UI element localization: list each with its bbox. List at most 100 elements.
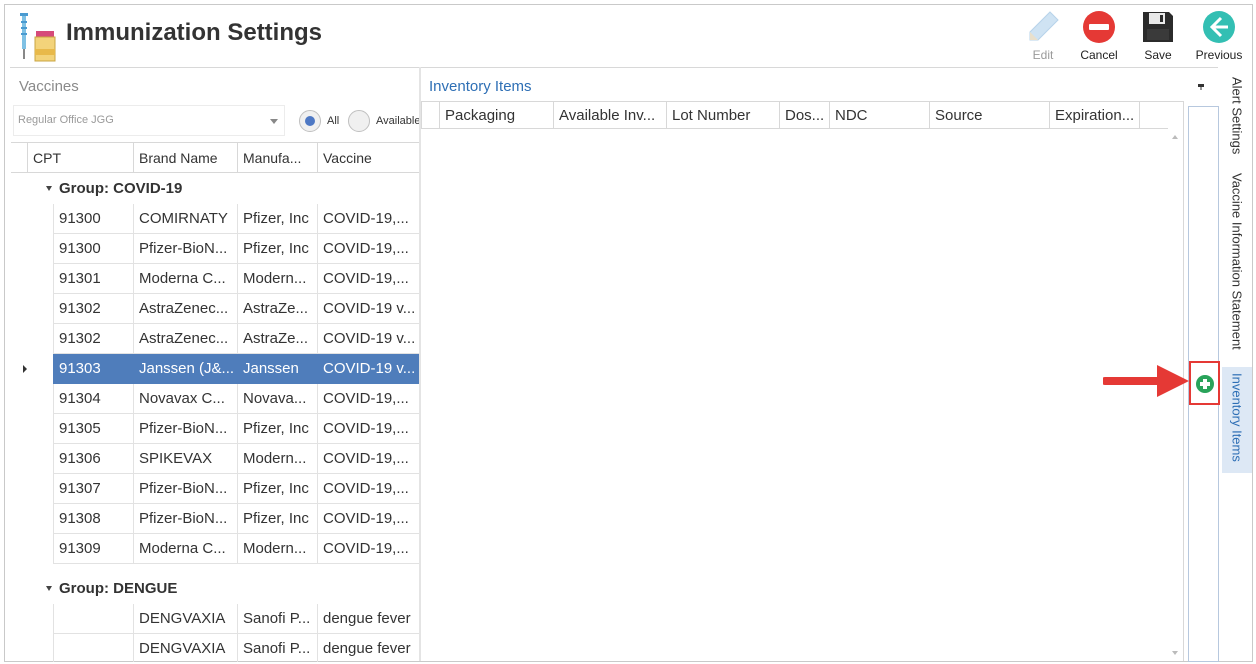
previous-button[interactable]: Previous bbox=[1191, 7, 1247, 65]
current-row-indicator-icon bbox=[23, 365, 27, 373]
table-row[interactable]: 91302 AstraZenec... AstraZe... COVID-19 … bbox=[11, 294, 420, 324]
group-row-dengue[interactable]: Group: DENGUE bbox=[11, 574, 420, 604]
scroll-up-icon[interactable] bbox=[1172, 135, 1178, 139]
collapse-triangle-icon bbox=[46, 586, 52, 591]
table-row[interactable]: 91301 Moderna C... Modern... COVID-19,..… bbox=[11, 264, 420, 294]
column-header-vaccine[interactable]: Vaccine bbox=[317, 143, 420, 173]
plus-circle-icon bbox=[1196, 375, 1214, 393]
cell-manufacturer: Modern... bbox=[237, 444, 317, 474]
cell-brand: COMIRNATY bbox=[133, 204, 237, 234]
cell-manufacturer: Janssen bbox=[237, 354, 317, 384]
tab-alert-settings[interactable]: Alert Settings bbox=[1222, 71, 1252, 163]
floppy-disk-icon bbox=[1143, 12, 1173, 42]
cell-manufacturer: Novava... bbox=[237, 384, 317, 414]
column-header-expiration[interactable]: Expiration... bbox=[1049, 102, 1139, 129]
cell-vaccine: COVID-19,... bbox=[317, 474, 420, 504]
table-row[interactable]: 91308 Pfizer-BioN... Pfizer, Inc COVID-1… bbox=[11, 504, 420, 534]
cell-brand: AstraZenec... bbox=[133, 294, 237, 324]
column-header-packaging[interactable]: Packaging bbox=[439, 102, 553, 129]
group-label: Group: DENGUE bbox=[59, 580, 178, 597]
table-row[interactable]: 91300 Pfizer-BioN... Pfizer, Inc COVID-1… bbox=[11, 234, 420, 264]
column-header-source[interactable]: Source bbox=[929, 102, 1049, 129]
cell-vaccine: dengue fever bbox=[317, 604, 420, 634]
add-inventory-button[interactable] bbox=[1189, 361, 1220, 405]
column-header-manufacturer[interactable]: Manufa... bbox=[237, 143, 317, 173]
cell-manufacturer: AstraZe... bbox=[237, 324, 317, 354]
cell-brand: Pfizer-BioN... bbox=[133, 234, 237, 264]
group-row-covid-19[interactable]: Group: COVID-19 bbox=[11, 174, 420, 204]
cell-vaccine: COVID-19,... bbox=[317, 504, 420, 534]
cancel-label: Cancel bbox=[1080, 48, 1118, 62]
table-row[interactable]: 91309 Moderna C... Modern... COVID-19,..… bbox=[11, 534, 420, 564]
chevron-down-icon bbox=[270, 119, 278, 124]
table-row[interactable]: 91307 Pfizer-BioN... Pfizer, Inc COVID-1… bbox=[11, 474, 420, 504]
pin-icon[interactable] bbox=[1197, 82, 1205, 90]
previous-label: Previous bbox=[1195, 48, 1243, 62]
table-row[interactable]: DENGVAXIA Sanofi P... dengue fever bbox=[11, 634, 420, 662]
table-row[interactable]: 91306 SPIKEVAX Modern... COVID-19,... bbox=[11, 444, 420, 474]
edit-button[interactable]: Edit bbox=[1015, 7, 1071, 65]
table-row[interactable]: 91304 Novavax C... Novava... COVID-19,..… bbox=[11, 384, 420, 414]
table-row[interactable]: 91305 Pfizer-BioN... Pfizer, Inc COVID-1… bbox=[11, 414, 420, 444]
cell-manufacturer: Pfizer, Inc bbox=[237, 474, 317, 504]
cell-cpt: 91300 bbox=[53, 234, 133, 264]
vaccines-grid-header: CPT Brand Name Manufa... Vaccine bbox=[11, 143, 420, 173]
table-row[interactable]: 91300 COMIRNATY Pfizer, Inc COVID-19,... bbox=[11, 204, 420, 234]
edit-label: Edit bbox=[1032, 48, 1054, 62]
cell-manufacturer: Modern... bbox=[237, 264, 317, 294]
cell-cpt: 91305 bbox=[53, 414, 133, 444]
column-header-lot-number[interactable]: Lot Number bbox=[666, 102, 779, 129]
tab-vaccine-information-statement[interactable]: Vaccine Information Statement bbox=[1222, 167, 1252, 365]
cell-vaccine: COVID-19 v... bbox=[317, 354, 420, 384]
office-select[interactable]: Regular Office JGG bbox=[13, 105, 285, 136]
cell-vaccine: COVID-19,... bbox=[317, 264, 420, 294]
cell-manufacturer: Modern... bbox=[237, 534, 317, 564]
column-header-dose[interactable]: Dos... bbox=[779, 102, 829, 129]
cell-cpt: 91303 bbox=[53, 354, 133, 384]
column-header-available-inventory[interactable]: Available Inv... bbox=[553, 102, 666, 129]
inventory-grid: Packaging Available Inv... Lot Number Do… bbox=[421, 101, 1184, 661]
filter-available-label: Available bbox=[376, 115, 420, 127]
column-header-brand-name[interactable]: Brand Name bbox=[133, 143, 237, 173]
table-row[interactable]: 91302 AstraZenec... AstraZe... COVID-19 … bbox=[11, 324, 420, 354]
cell-brand: Moderna C... bbox=[133, 534, 237, 564]
cell-vaccine: COVID-19,... bbox=[317, 414, 420, 444]
cell-manufacturer: Sanofi P... bbox=[237, 634, 317, 662]
cell-vaccine: COVID-19,... bbox=[317, 534, 420, 564]
filter-all-label: All bbox=[327, 115, 340, 127]
cell-brand: DENGVAXIA bbox=[133, 604, 237, 634]
cell-brand: AstraZenec... bbox=[133, 324, 237, 354]
cell-manufacturer: Pfizer, Inc bbox=[237, 414, 317, 444]
pencil-icon bbox=[1029, 11, 1059, 41]
side-tabs: Alert Settings Vaccine Information State… bbox=[1219, 67, 1254, 661]
cell-manufacturer: Sanofi P... bbox=[237, 604, 317, 634]
office-select-value: Regular Office JGG bbox=[18, 114, 114, 126]
cell-vaccine: dengue fever bbox=[317, 634, 420, 662]
scroll-down-icon[interactable] bbox=[1172, 651, 1178, 655]
column-header-filler bbox=[1139, 102, 1168, 129]
vaccine-app-icon bbox=[20, 13, 56, 62]
table-row-selected[interactable]: 91303 Janssen (J&... Janssen COVID-19 v.… bbox=[11, 354, 420, 384]
cell-manufacturer: AstraZe... bbox=[237, 294, 317, 324]
header: Immunization Settings Edit Cancel Save P… bbox=[5, 5, 1252, 67]
cancel-button[interactable]: Cancel bbox=[1071, 7, 1127, 65]
cell-cpt bbox=[53, 634, 133, 662]
vaccines-panel-title: Vaccines bbox=[19, 78, 79, 95]
column-header-ndc[interactable]: NDC bbox=[829, 102, 929, 129]
vaccines-grid: CPT Brand Name Manufa... Vaccine Group: … bbox=[11, 142, 420, 662]
table-row[interactable]: DENGVAXIA Sanofi P... dengue fever bbox=[11, 604, 420, 634]
group-label: Group: COVID-19 bbox=[59, 180, 183, 197]
save-button[interactable]: Save bbox=[1130, 7, 1186, 65]
cell-vaccine: COVID-19,... bbox=[317, 444, 420, 474]
column-header-cpt[interactable]: CPT bbox=[27, 143, 133, 173]
cell-cpt: 91302 bbox=[53, 324, 133, 354]
cell-brand: Pfizer-BioN... bbox=[133, 504, 237, 534]
radio-dot bbox=[348, 110, 370, 132]
cell-cpt: 91302 bbox=[53, 294, 133, 324]
filter-available-radio[interactable]: Available bbox=[348, 110, 420, 132]
cancel-icon bbox=[1083, 11, 1115, 43]
row-selector-header bbox=[421, 102, 439, 129]
cell-vaccine: COVID-19,... bbox=[317, 204, 420, 234]
arrow-left-icon bbox=[1203, 11, 1235, 43]
tab-inventory-items[interactable]: Inventory Items bbox=[1222, 367, 1252, 473]
